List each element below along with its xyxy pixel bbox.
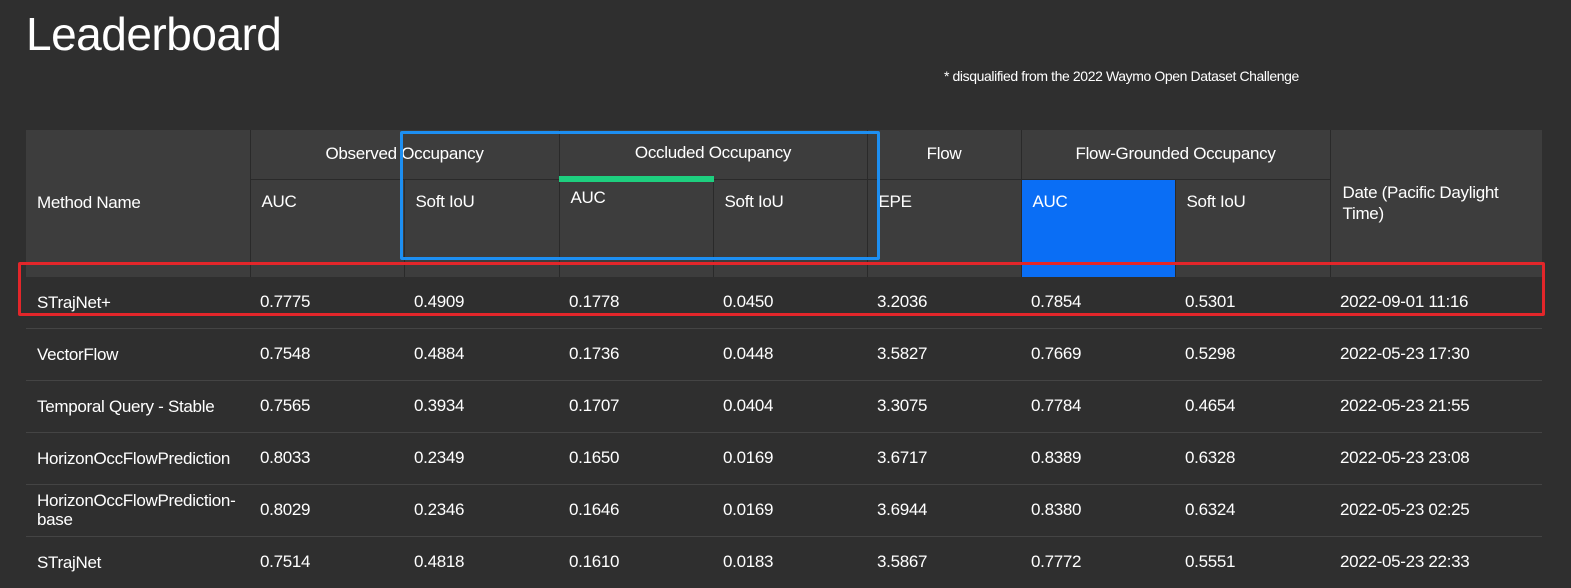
- leaderboard-table: Method Name Observed Occupancy Occluded …: [26, 130, 1543, 588]
- occluded-auc-header[interactable]: AUC: [558, 176, 714, 277]
- flow-grounded-soft-iou-cell: 0.4654: [1175, 379, 1331, 432]
- observed-auc-cell: 0.8029: [250, 483, 404, 536]
- table-row[interactable]: HorizonOccFlowPrediction-base 0.8029 0.234…: [26, 483, 1543, 536]
- observed-soft-iou-cell: 0.4884: [404, 327, 560, 380]
- table-row[interactable]: Temporal Query - Stable 0.7565 0.3934 0.170…: [26, 379, 1543, 432]
- occluded-soft-iou-cell: 0.0450: [723, 292, 774, 311]
- observed-soft-iou-header[interactable]: Soft IoU: [403, 178, 560, 277]
- occluded-auc-cell: 0.1650: [559, 431, 714, 484]
- observed-soft-iou-cell: 0.3934: [404, 379, 560, 432]
- observed-soft-iou-cell: 0.4909: [414, 292, 465, 311]
- observed-auc-cell: 0.7548: [250, 327, 404, 380]
- observed-auc-cell: 0.7775: [260, 292, 311, 311]
- flow-grounded-soft-iou-cell: 0.5298: [1175, 327, 1331, 380]
- leaderboard-rows: STrajNet+ 0.7775 0.4909 0.1778 0.0450 3.2036 0…: [26, 277, 1543, 588]
- flow-grounded-auc-cell: 0.8380: [1021, 483, 1176, 536]
- flow-grounded-auc-cell: 0.7669: [1021, 327, 1176, 380]
- observed-auc-cell: 0.7514: [250, 535, 404, 588]
- date-cell: 2022-05-23 21:55: [1330, 379, 1543, 432]
- method-name-cell: STrajNet+: [37, 292, 111, 312]
- table-row[interactable]: STrajNet+ 0.7775 0.4909 0.1778 0.0450 3.2036 0…: [26, 277, 1542, 329]
- method-name-cell: HorizonOccFlowPrediction-base: [26, 483, 250, 536]
- observed-auc-cell: 0.7565: [250, 379, 404, 432]
- page-title: Leaderboard: [26, 8, 282, 60]
- date-cell: 2022-05-23 22:33: [1330, 535, 1543, 588]
- method-name-cell: HorizonOccFlowPrediction: [26, 431, 250, 484]
- flow-grounded-soft-iou-header[interactable]: Soft IoU: [1174, 178, 1331, 277]
- flow-epe-cell: 3.5827: [867, 327, 1022, 380]
- flow-epe-cell: 3.6944: [867, 483, 1022, 536]
- flow-epe-cell: 3.6717: [867, 431, 1022, 484]
- occluded-soft-iou-header[interactable]: Soft IoU: [712, 178, 868, 277]
- occluded-soft-iou-cell: 0.0169: [713, 431, 868, 484]
- group-header-occluded-occupancy: Occluded Occupancy: [558, 130, 868, 179]
- occluded-auc-cell: 0.1610: [559, 535, 714, 588]
- occluded-soft-iou-cell: 0.0183: [713, 535, 868, 588]
- group-header-observed-occupancy: Observed Occupancy: [249, 130, 560, 179]
- date-cell: 2022-05-23 17:30: [1330, 327, 1543, 380]
- date-cell: 2022-05-23 23:08: [1330, 431, 1543, 484]
- occluded-auc-cell: 0.1778: [569, 292, 620, 311]
- flow-grounded-soft-iou-cell: 0.5301: [1185, 292, 1236, 311]
- flow-grounded-auc-cell: 0.7772: [1021, 535, 1176, 588]
- flow-grounded-auc-cell: 0.7854: [1031, 292, 1082, 311]
- metric-header-row: AUC Soft IoU AUC Soft IoU EPE AUC Soft I…: [26, 176, 1542, 277]
- flow-epe-cell: 3.3075: [867, 379, 1022, 432]
- flow-grounded-auc-header[interactable]: AUC: [1020, 178, 1176, 277]
- flow-grounded-soft-iou-cell: 0.5551: [1175, 535, 1331, 588]
- flow-grounded-soft-iou-cell: 0.6328: [1175, 431, 1331, 484]
- date-cell: 2022-05-23 02:25: [1330, 483, 1543, 536]
- method-name-cell: VectorFlow: [26, 327, 250, 380]
- method-name-header[interactable]: Method Name: [26, 130, 250, 277]
- group-header-row: Method Name Observed Occupancy Occluded …: [26, 130, 1543, 277]
- table-row[interactable]: HorizonOccFlowPrediction 0.8033 0.2349 0.16…: [26, 431, 1543, 484]
- date-header[interactable]: Date (Pacific Daylight Time): [1329, 130, 1543, 277]
- occluded-soft-iou-cell: 0.0448: [713, 327, 868, 380]
- method-name-cell: STrajNet: [26, 535, 250, 588]
- flow-grounded-auc-cell: 0.8389: [1021, 431, 1176, 484]
- observed-soft-iou-cell: 0.2346: [404, 483, 560, 536]
- flow-grounded-soft-iou-cell: 0.6324: [1175, 483, 1331, 536]
- occluded-auc-cell: 0.1646: [559, 483, 714, 536]
- flow-epe-cell: 3.5867: [867, 535, 1022, 588]
- occluded-auc-cell: 0.1707: [559, 379, 714, 432]
- occluded-soft-iou-cell: 0.0404: [713, 379, 868, 432]
- observed-soft-iou-cell: 0.2349: [404, 431, 560, 484]
- flow-grounded-auc-cell: 0.7784: [1021, 379, 1176, 432]
- group-header-flow: Flow: [866, 130, 1022, 179]
- disqualification-note: * disqualified from the 2022 Waymo Open …: [944, 68, 1299, 84]
- leaderboard-table-container: Method Name Observed Occupancy Occluded …: [26, 130, 1543, 588]
- table-row[interactable]: VectorFlow 0.7548 0.4884 0.1736 0.0448 3.5827…: [26, 327, 1543, 380]
- occluded-auc-cell: 0.1736: [559, 327, 714, 380]
- observed-auc-header[interactable]: AUC: [249, 178, 404, 277]
- table-row[interactable]: STrajNet 0.7514 0.4818 0.1610 0.0183 3.5867 0.…: [26, 535, 1543, 588]
- observed-soft-iou-cell: 0.4818: [404, 535, 560, 588]
- method-name-cell: Temporal Query - Stable: [26, 379, 250, 432]
- group-header-flow-grounded-occupancy: Flow-Grounded Occupancy: [1020, 130, 1331, 179]
- flow-epe-header[interactable]: EPE: [866, 178, 1022, 277]
- flow-epe-cell: 3.2036: [877, 292, 928, 311]
- occluded-soft-iou-cell: 0.0169: [713, 483, 868, 536]
- date-cell: 2022-09-01 11:16: [1340, 292, 1469, 311]
- observed-auc-cell: 0.8033: [250, 431, 404, 484]
